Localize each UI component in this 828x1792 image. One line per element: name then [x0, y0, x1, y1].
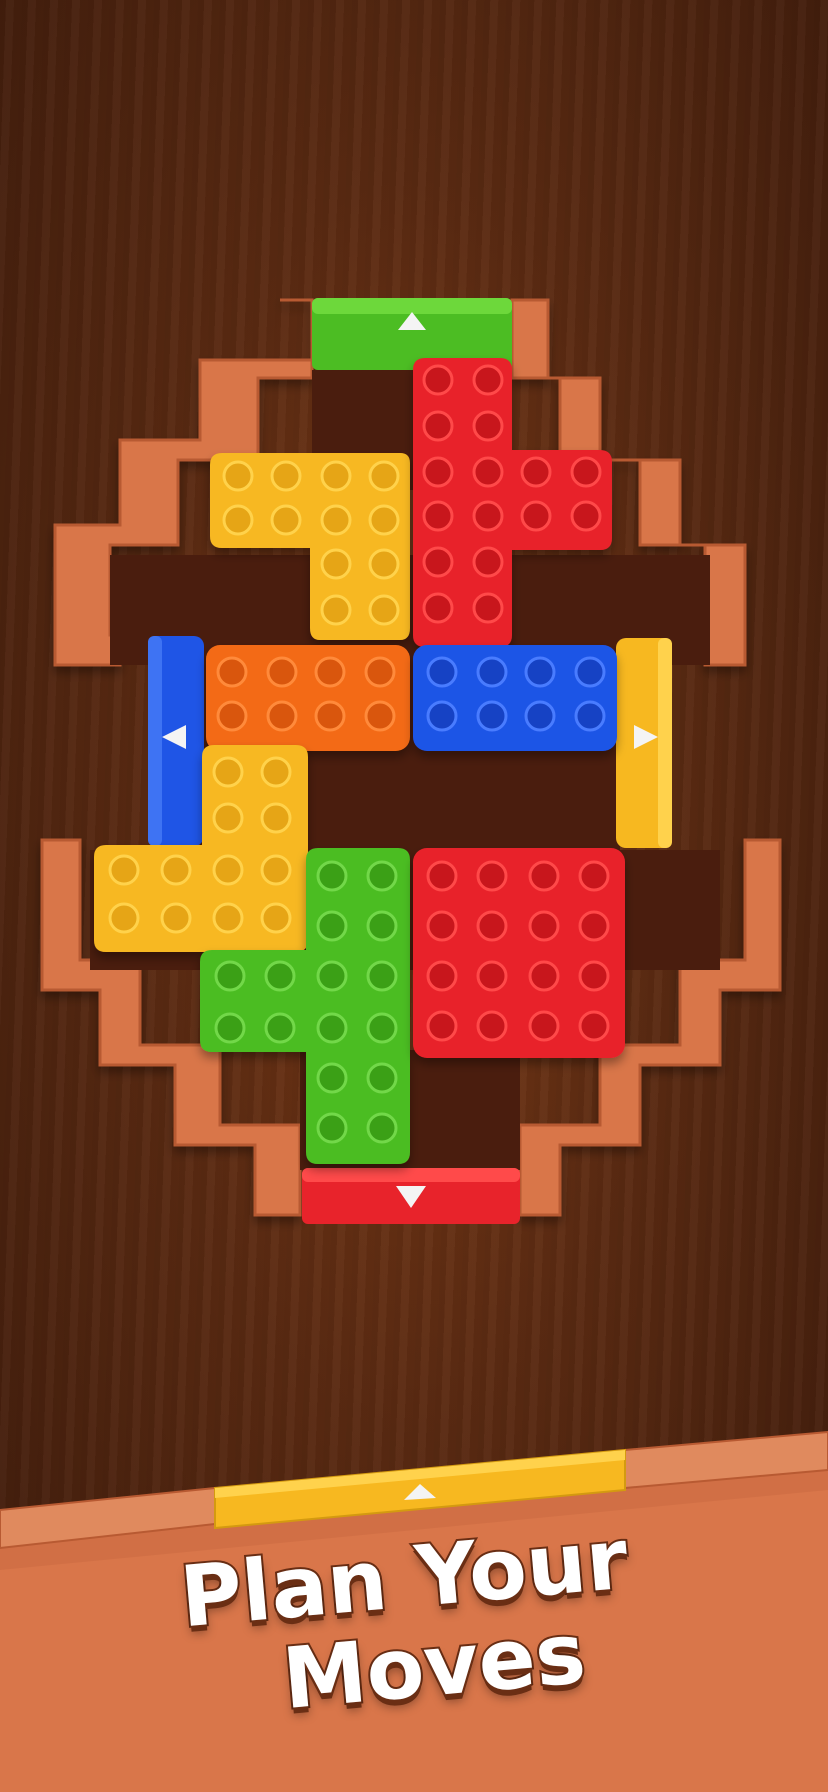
- blue-bar-block[interactable]: [413, 645, 617, 751]
- game-screen: Plan Your Moves: [0, 0, 828, 1792]
- caption: Plan Your Moves: [0, 1508, 828, 1730]
- left-gate[interactable]: [148, 636, 204, 846]
- bottom-gate[interactable]: [302, 1168, 520, 1224]
- orange-bar-block[interactable]: [206, 645, 410, 751]
- red-square-block[interactable]: [413, 848, 625, 1058]
- right-gate[interactable]: [616, 638, 672, 848]
